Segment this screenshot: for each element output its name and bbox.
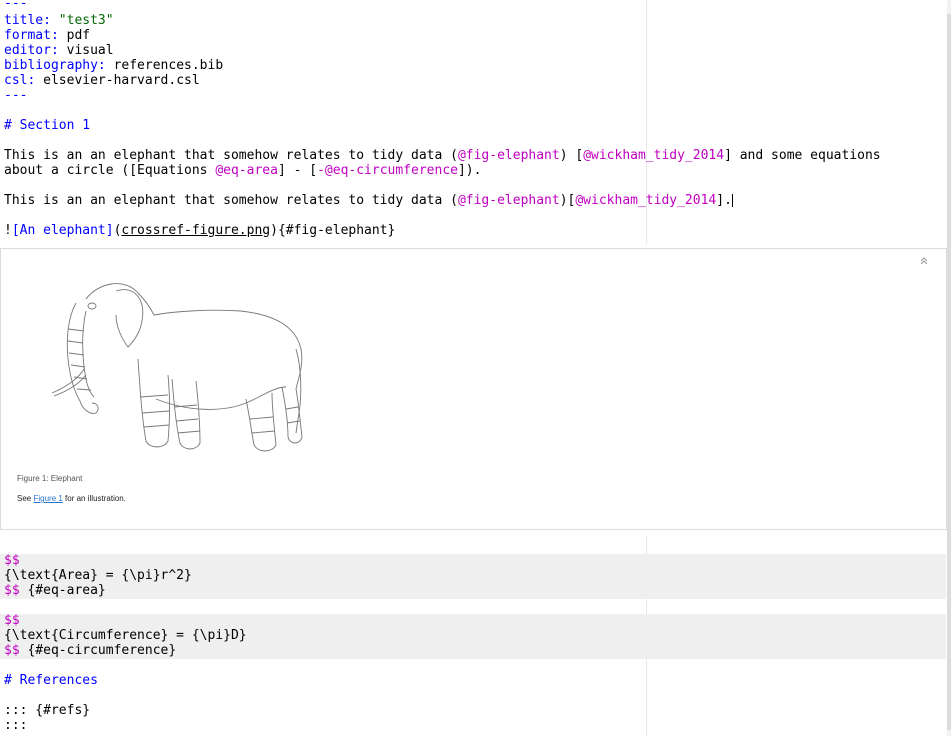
refs-div-open[interactable]: ::: {#refs} (4, 703, 90, 718)
math-open-line[interactable]: $$ (4, 553, 20, 568)
paragraph-line-3[interactable]: This is an an elephant that somehow rela… (4, 193, 733, 208)
crossref-eq: -@eq-circumference (317, 163, 458, 178)
inline-preview-panel: Figure 1: Elephant See Figure 1 for an i… (0, 248, 947, 530)
yaml-key: bibliography: (4, 58, 106, 73)
elephant-illustration (51, 283, 303, 452)
text-run: for an illustration. (62, 494, 126, 503)
yaml-key: title: (4, 13, 51, 28)
math-body-line[interactable]: {\text{Circumference} = {\pi}D} (4, 628, 247, 643)
equation-label: {#eq-circumference} (19, 643, 177, 658)
yaml-key: csl: (4, 73, 36, 88)
text-run: )[ (559, 193, 576, 208)
image-alt-text: [An elephant] (11, 223, 114, 238)
references-heading[interactable]: # References (4, 673, 98, 688)
crossref-fig: @fig-elephant (457, 148, 560, 163)
image-path-link[interactable]: crossref-figure.png (121, 223, 270, 238)
math-body-line[interactable]: {\text{Area} = {\pi}r^2} (4, 568, 192, 583)
text-run: This is an an elephant that somehow rela… (4, 148, 458, 163)
yaml-csl-line[interactable]: csl: elsevier-harvard.csl (4, 73, 200, 88)
math-delimiter: $$ (4, 583, 20, 598)
citation: @wickham_tidy_2014 (583, 148, 725, 163)
math-delimiter: $$ (4, 553, 20, 568)
yaml-bibliography-line[interactable]: bibliography: references.bib (4, 58, 223, 73)
text-run: ]). (457, 163, 482, 178)
equation-label: {#eq-area} (19, 583, 106, 598)
yaml-key: format: (4, 28, 59, 43)
text-run: ] - [ (277, 163, 318, 178)
math-close-line[interactable]: $$ {#eq-circumference} (4, 643, 176, 658)
yaml-value: visual (66, 43, 114, 58)
refs-div-close[interactable]: ::: (4, 718, 27, 733)
citation: @wickham_tidy_2014 (575, 193, 717, 208)
crossref-eq: @eq-area (215, 163, 278, 178)
text-run: ! (4, 223, 12, 238)
text-run: ] and some equations (724, 148, 881, 163)
yaml-title-line[interactable]: title: "test3" (4, 13, 114, 28)
math-close-line[interactable]: $$ {#eq-area} (4, 583, 106, 598)
figure-link[interactable]: Figure 1 (33, 494, 62, 503)
yaml-value: references.bib (113, 58, 224, 73)
yaml-editor-line[interactable]: editor: visual (4, 43, 114, 58)
math-open-line[interactable]: $$ (4, 613, 20, 628)
math-delimiter: $$ (4, 643, 20, 658)
paragraph-line-2[interactable]: about a circle ([Equations @eq-area] - [… (4, 163, 481, 178)
yaml-fence: --- (4, 88, 28, 103)
yaml-value: "test3" (58, 13, 114, 28)
yaml-format-line[interactable]: format: pdf (4, 28, 90, 43)
paragraph-line-1[interactable]: This is an an elephant that somehow rela… (4, 148, 881, 163)
yaml-key: editor: (4, 43, 59, 58)
image-markdown-line[interactable]: ![An elephant](crossref-figure.png){#fig… (4, 223, 395, 238)
text-cursor (731, 194, 733, 207)
text-run: ) [ (559, 148, 584, 163)
vertical-scrollbar-thumb[interactable] (947, 14, 951, 730)
collapse-preview-icon[interactable] (918, 255, 930, 267)
text-run: ]. (716, 193, 732, 208)
crossref-fig: @fig-elephant (457, 193, 560, 208)
figure-caption: Figure 1: Elephant (17, 474, 83, 483)
yaml-value: pdf (66, 28, 91, 43)
yaml-value: elsevier-harvard.csl (43, 73, 200, 88)
preview-see-text: See Figure 1 for an illustration. (17, 494, 126, 503)
yaml-fence-close[interactable]: --- (4, 88, 27, 103)
yaml-fence-open[interactable]: --- (4, 0, 27, 11)
section-heading[interactable]: # Section 1 (4, 118, 90, 133)
text-run: about a circle ([Equations (4, 163, 216, 178)
text-run: See (17, 494, 34, 503)
math-delimiter: $$ (4, 613, 20, 628)
image-attributes: {#fig-elephant} (277, 223, 396, 238)
text-run: ) (270, 223, 278, 238)
yaml-fence: --- (4, 0, 28, 11)
text-run: This is an an elephant that somehow rela… (4, 193, 458, 208)
